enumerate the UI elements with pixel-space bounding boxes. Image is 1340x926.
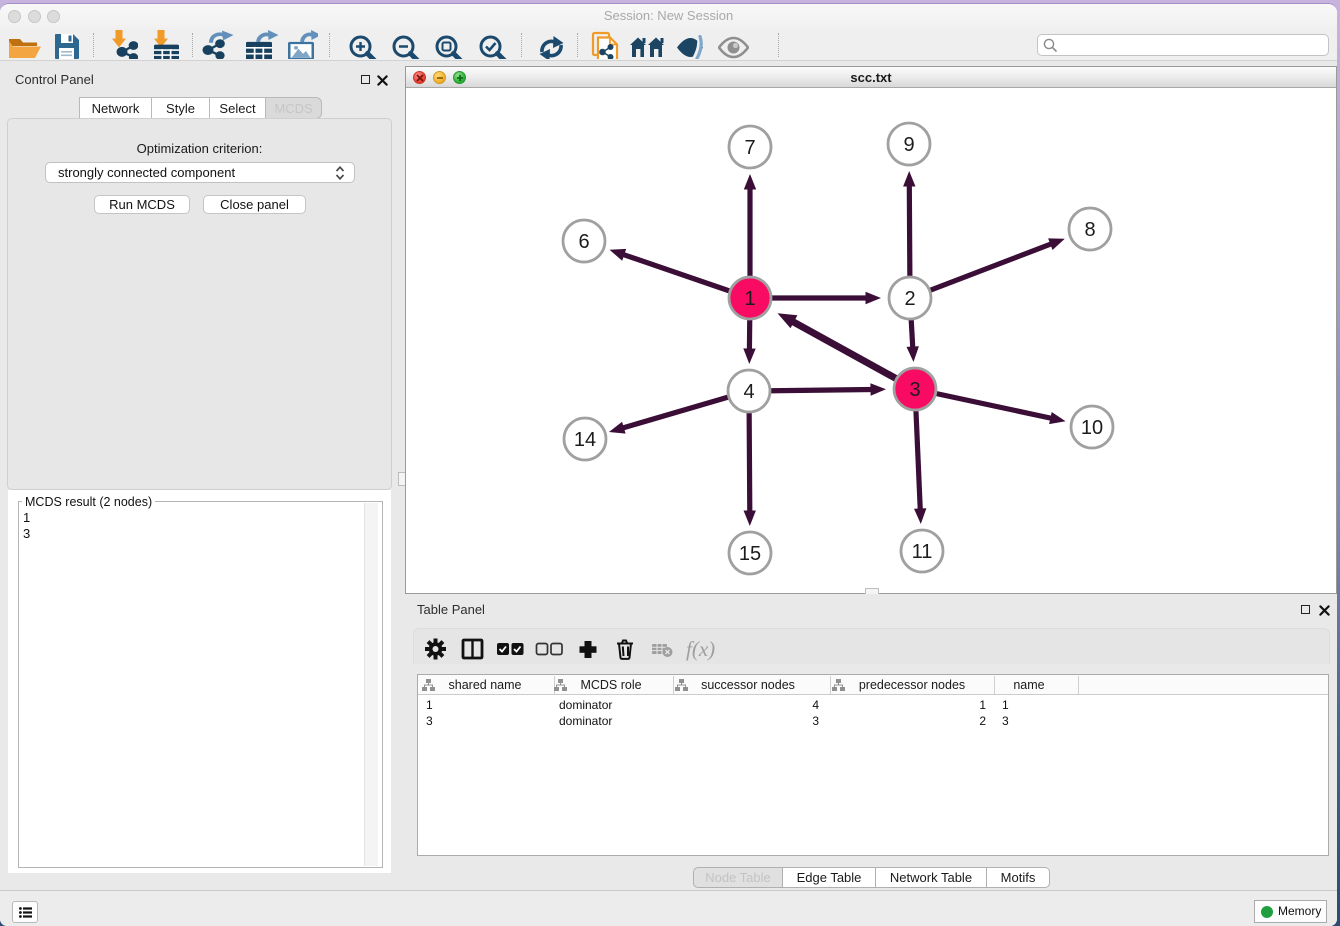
svg-text:f(x): f(x) [686, 637, 715, 661]
svg-text:3: 3 [909, 379, 920, 401]
svg-text:6: 6 [578, 231, 589, 253]
svg-text:9: 9 [903, 134, 914, 156]
svg-text:4: 4 [743, 381, 754, 403]
svg-text:1: 1 [744, 288, 755, 310]
svg-text:7: 7 [744, 137, 755, 159]
svg-text:name: name [1013, 678, 1044, 692]
svg-text:15: 15 [739, 543, 761, 565]
svg-text:successor nodes: successor nodes [701, 678, 795, 692]
svg-text:MCDS role: MCDS role [580, 678, 641, 692]
svg-text:10: 10 [1081, 417, 1103, 439]
svg-text:8: 8 [1084, 219, 1095, 241]
svg-text:14: 14 [574, 429, 596, 451]
svg-text:2: 2 [904, 288, 915, 310]
svg-text:predecessor nodes: predecessor nodes [859, 678, 965, 692]
svg-text:shared name: shared name [449, 678, 522, 692]
svg-text:11: 11 [912, 541, 933, 563]
